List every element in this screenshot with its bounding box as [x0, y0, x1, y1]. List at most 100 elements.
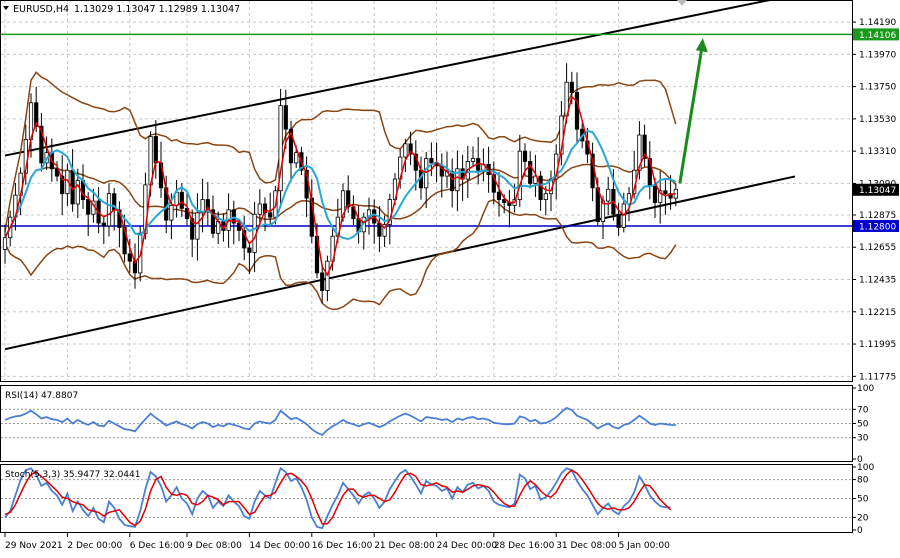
- candle-body-up: [606, 188, 611, 202]
- candle: [132, 243, 138, 289]
- candle: [642, 124, 647, 167]
- candle: [528, 151, 533, 189]
- chart-header: EURUSD,H4 1.13029 1.13047 1.12989 1.1304…: [3, 0, 687, 15]
- candle-body-up: [106, 193, 112, 227]
- candle-body-up: [294, 152, 299, 164]
- projection-arrow: [678, 38, 708, 184]
- price-tick-label: 1.13750: [859, 83, 896, 93]
- candle-body-down: [496, 191, 502, 200]
- candle: [361, 212, 366, 250]
- candle: [13, 182, 18, 231]
- price-tick-label: 1.12655: [859, 243, 896, 253]
- candle: [122, 214, 127, 263]
- indicator-tick-label: 20: [857, 513, 869, 523]
- candle-body-up: [543, 193, 548, 200]
- candle: [647, 141, 652, 200]
- candle-body-down: [153, 136, 158, 164]
- candle: [195, 193, 200, 261]
- indicator-tick-label: 100: [857, 384, 874, 394]
- projection-arrowhead-icon: [695, 38, 708, 53]
- time-tick-label: 5 Jan 00:00: [619, 541, 671, 551]
- candle-body-down: [663, 190, 668, 195]
- chart-canvas[interactable]: 1.14190 1.13970 1.13750 1.13530 1.13310 1.130…: [0, 0, 900, 554]
- candle: [231, 200, 236, 245]
- time-axis: 29 Nov 2021 2 Dec 00:00 6 Dec 16:00 9 Dec 0…: [4, 533, 671, 551]
- current-price-label: 1.13047: [859, 186, 896, 196]
- indicator-line-0: [4, 406, 676, 436]
- candle: [200, 178, 205, 233]
- candle-body-down: [283, 105, 288, 130]
- indicator-tick-label: 0: [857, 526, 863, 536]
- time-tick-label: 28 Dec 16:00: [494, 541, 555, 551]
- candle: [517, 134, 522, 207]
- candle-body-down: [569, 81, 574, 93]
- time-tick-label: 2 Dec 00:00: [67, 541, 122, 551]
- candle-body-down: [522, 150, 528, 162]
- time-tick-label: 14 Dec 00:00: [249, 541, 310, 551]
- candle: [663, 179, 668, 215]
- indicator-tick-label: 70: [857, 405, 869, 415]
- indicator-tick-label: 80: [857, 476, 869, 486]
- candle-body-up: [470, 158, 476, 162]
- indicator-tick-label: 30: [857, 434, 869, 444]
- candle: [470, 146, 476, 168]
- ohlc-values: 1.13029 1.13047 1.12989 1.13047: [74, 4, 240, 15]
- candle: [325, 255, 330, 302]
- candle-body-down: [247, 247, 252, 253]
- candle: [65, 163, 70, 206]
- candle: [39, 113, 44, 172]
- candle: [403, 138, 408, 172]
- candle: [106, 183, 112, 237]
- candle-body-down: [86, 199, 91, 215]
- candle-body-down: [179, 191, 184, 209]
- candle-body-down: [320, 272, 325, 291]
- candle: [377, 206, 382, 252]
- candle: [496, 172, 502, 217]
- candle: [455, 150, 460, 212]
- price-tick-label: 1.11775: [859, 372, 896, 382]
- price-tick-label: 1.12875: [859, 211, 896, 221]
- candle: [450, 158, 455, 208]
- channel-upper-line: [4, 0, 775, 157]
- candle-body-up: [517, 150, 522, 200]
- symbol-label: EURUSD,H4: [13, 4, 69, 15]
- price-tick-label: 1.13970: [859, 50, 896, 60]
- candle: [507, 189, 512, 228]
- stoch-title: Stoch(5,3,3) 35.9477 32.0441: [5, 470, 140, 480]
- candle: [60, 155, 65, 216]
- candle: [117, 201, 122, 248]
- time-tick-label: 16 Dec 16:00: [312, 541, 373, 551]
- level-price-label: 1.12800: [859, 222, 896, 232]
- candle-body-down: [127, 253, 132, 262]
- rsi-title: RSI(14) 47.8807: [5, 391, 78, 401]
- projection-arrow-shaft: [678, 47, 704, 184]
- candle: [476, 136, 481, 185]
- price-tick-label: 1.12435: [859, 276, 896, 286]
- indicator-tick-label: 100: [857, 463, 874, 473]
- candle-body-up: [257, 203, 262, 215]
- price-tick-label: 1.12215: [859, 308, 896, 318]
- price-tick-label: 1.13310: [859, 147, 896, 157]
- candle-body-up: [403, 143, 408, 158]
- candle: [205, 182, 210, 226]
- candle-body-down: [574, 92, 580, 130]
- price-tick-label: 1.13530: [859, 115, 896, 125]
- time-tick-label: 6 Dec 16:00: [130, 541, 185, 551]
- chart-window: 1.14190 1.13970 1.13750 1.13530 1.13310 1.130…: [0, 0, 900, 554]
- candle-body-up: [195, 212, 200, 240]
- candle-body-down: [429, 158, 434, 164]
- candle-body-down: [101, 222, 106, 227]
- scroll-marker-icon: [677, 0, 687, 6]
- price-tick-label: 1.11995: [859, 340, 896, 350]
- candle: [242, 215, 247, 261]
- price-axis: 1.14190 1.13970 1.13750 1.13530 1.13310 1.130…: [852, 18, 896, 382]
- candle-body-up: [2, 237, 8, 250]
- candle: [538, 171, 543, 211]
- candle-body-up: [424, 158, 429, 189]
- price-tick-label: 1.14190: [859, 18, 896, 28]
- candle-body-down: [616, 213, 621, 228]
- level-price-label: 1.14106: [859, 31, 896, 41]
- dropdown-triangle-icon[interactable]: [3, 6, 9, 10]
- candle-body-up: [169, 205, 174, 221]
- candle: [101, 215, 106, 244]
